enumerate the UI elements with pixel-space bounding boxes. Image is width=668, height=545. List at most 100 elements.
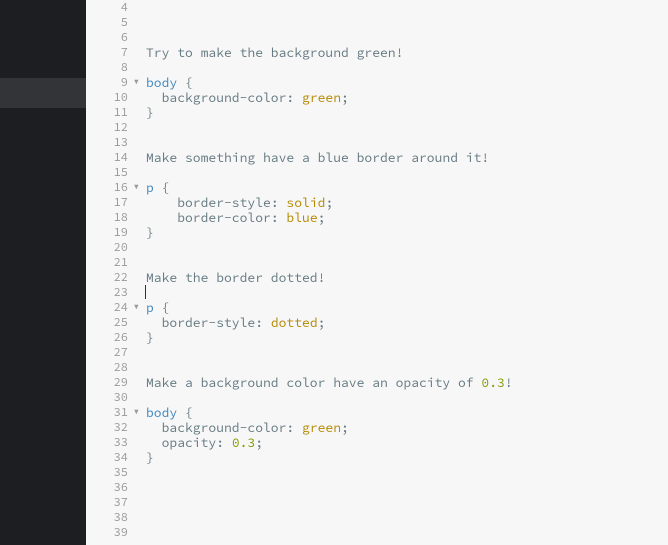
code-line[interactable] [146,60,668,75]
code-line[interactable]: } [146,105,668,120]
code-token: 0.3 [232,434,255,451]
sidebar-active-tab[interactable] [0,78,86,108]
code-line[interactable] [146,495,668,510]
line-number: 14 [86,150,128,165]
code-token: Try to make the background green! [146,44,403,61]
line-number: 8 [86,60,128,75]
line-number: 37 [86,495,128,510]
code-line[interactable]: } [146,225,668,240]
code-token: ! [505,374,513,391]
code-line[interactable] [146,465,668,480]
line-number: 12 [86,120,128,135]
code-token: ; [341,89,349,106]
code-line[interactable] [146,480,668,495]
line-number: 17 [86,195,128,210]
fold-icon[interactable]: ▼ [134,180,139,195]
line-number: 28 [86,360,128,375]
code-line[interactable]: Try to make the background green! [146,45,668,60]
line-number: 33 [86,435,128,450]
code-token: : [216,434,232,451]
code-line[interactable]: background-color: green; [146,420,668,435]
line-number: 36 [86,480,128,495]
code-line[interactable] [146,120,668,135]
code-line[interactable] [146,165,668,180]
line-number: 34 [86,450,128,465]
code-line[interactable] [146,255,668,270]
code-line[interactable]: } [146,450,668,465]
code-line[interactable] [146,30,668,45]
code-token: ; [325,194,333,211]
code-token: ; [318,209,326,226]
code-token: ; [255,434,263,451]
line-number: 6 [86,30,128,45]
code-line[interactable] [146,510,668,525]
line-number: 20 [86,240,128,255]
line-number: 13 [86,135,128,150]
sidebar [0,0,86,545]
code-line[interactable] [146,15,668,30]
code-line[interactable]: p { [146,300,668,315]
line-number: 15 [86,165,128,180]
line-number: 7 [86,45,128,60]
line-number: 19 [86,225,128,240]
code-token: ; [341,419,349,436]
code-token: } [146,329,154,346]
line-number: 21 [86,255,128,270]
code-editor[interactable]: 456789▼10111213141516▼1718192021222324▼2… [86,0,668,545]
code-token: Make a background color have an opacity … [146,374,481,391]
code-token: green [302,89,341,106]
code-token: ; [318,314,326,331]
code-token: background-color [162,89,287,106]
code-line[interactable]: body { [146,75,668,90]
code-area[interactable]: Try to make the background green!body { … [140,0,668,545]
code-line[interactable] [146,525,668,540]
code-line[interactable] [146,345,668,360]
line-number: 27 [86,345,128,360]
fold-icon[interactable]: ▼ [134,405,139,420]
code-line[interactable] [146,360,668,375]
line-number: 26 [86,330,128,345]
line-number: 31▼ [86,405,128,420]
code-line[interactable]: Make a background color have an opacity … [146,375,668,390]
line-number: 16▼ [86,180,128,195]
line-number: 30 [86,390,128,405]
code-token: 0.3 [481,374,504,391]
line-number: 24▼ [86,300,128,315]
code-line[interactable] [146,390,668,405]
line-number: 39 [86,525,128,540]
code-token: } [146,104,154,121]
text-cursor [145,285,146,299]
line-number: 4 [86,0,128,15]
code-token: : [286,419,302,436]
code-token: } [146,224,154,241]
code-token: dotted [271,314,318,331]
line-number: 10 [86,90,128,105]
line-number: 9▼ [86,75,128,90]
code-token: opacity [162,434,217,451]
code-token: : [255,314,271,331]
line-number: 38 [86,510,128,525]
code-line[interactable]: border-color: blue; [146,210,668,225]
line-gutter: 456789▼10111213141516▼1718192021222324▼2… [86,0,140,545]
code-line[interactable] [146,135,668,150]
code-token: : [286,89,302,106]
code-line[interactable] [146,0,668,15]
line-number: 25 [86,315,128,330]
code-line[interactable]: p { [146,180,668,195]
code-line[interactable]: border-style: solid; [146,195,668,210]
code-line[interactable]: opacity: 0.3; [146,435,668,450]
code-line[interactable] [146,240,668,255]
code-line[interactable]: body { [146,405,668,420]
code-line[interactable]: background-color: green; [146,90,668,105]
code-token: border-color [177,209,271,226]
code-token: Make something have a blue border around… [146,149,489,166]
code-token: blue [286,209,317,226]
code-line[interactable] [146,285,668,300]
code-line[interactable]: Make something have a blue border around… [146,150,668,165]
code-token: : [271,209,287,226]
code-line[interactable]: Make the border dotted! [146,270,668,285]
fold-icon[interactable]: ▼ [134,75,139,90]
fold-icon[interactable]: ▼ [134,300,139,315]
code-line[interactable]: } [146,330,668,345]
code-line[interactable]: border-style: dotted; [146,315,668,330]
